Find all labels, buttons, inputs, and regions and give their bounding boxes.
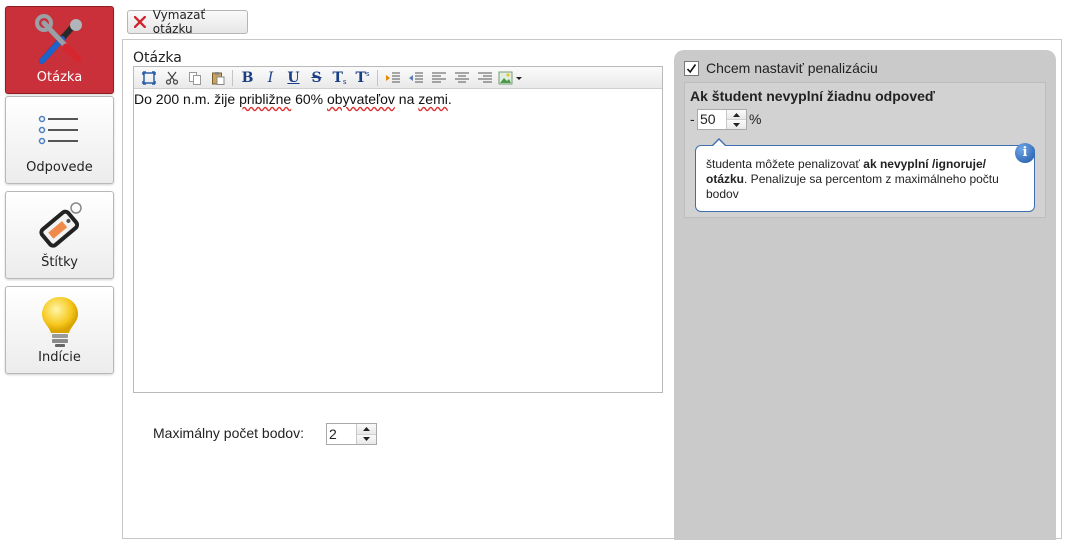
- penalty-minus-sign: -: [690, 111, 695, 127]
- close-icon: [134, 16, 146, 28]
- penalty-checkbox[interactable]: [684, 60, 699, 76]
- image-icon[interactable]: [496, 68, 526, 88]
- superscript-icon[interactable]: Ts: [351, 68, 374, 88]
- cut-icon[interactable]: [160, 68, 183, 88]
- nav-tile-label: Štítky: [41, 255, 78, 270]
- maximize-icon[interactable]: [137, 68, 160, 88]
- question-editor[interactable]: B I U S Ts Ts Do 200 n.m. žije približne…: [133, 66, 663, 393]
- max-points-value[interactable]: 2: [327, 424, 356, 444]
- editor-toolbar: B I U S Ts Ts: [134, 67, 662, 89]
- list-icon: [6, 103, 113, 159]
- max-points-label: Maximálny počet bodov:: [153, 425, 304, 441]
- nav-tile-otazka[interactable]: Otázka: [5, 6, 114, 94]
- delete-question-label: Vymazať otázku: [152, 8, 206, 36]
- stepper-up-icon[interactable]: [727, 110, 746, 119]
- nav-tile-odpovede[interactable]: Odpovede: [5, 96, 114, 184]
- question-field-label: Otázka: [133, 50, 182, 66]
- outdent-icon[interactable]: [404, 68, 427, 88]
- stepper-down-icon[interactable]: [727, 119, 746, 129]
- penalty-checkbox-label: Chcem nastaviť penalizáciu: [706, 60, 878, 76]
- nav-tile-label: Indície: [38, 350, 81, 365]
- align-center-icon[interactable]: [450, 68, 473, 88]
- stepper-down-icon[interactable]: [357, 433, 376, 444]
- penalty-checkbox-row[interactable]: Chcem nastaviť penalizáciu: [684, 60, 878, 76]
- toolbar-separator: [232, 69, 233, 86]
- tag-icon: [6, 198, 113, 254]
- question-text[interactable]: Do 200 n.m. žije približne 60% obyvateľo…: [134, 89, 662, 107]
- nav-tile-label: Otázka: [36, 70, 83, 85]
- penalty-percent-value[interactable]: 50: [698, 110, 726, 129]
- penalty-info-tooltip: študenta môžete penalizovať ak nevyplní …: [695, 145, 1035, 212]
- info-pointer-inner: [713, 140, 725, 146]
- info-icon: i: [1015, 143, 1035, 163]
- max-points-stepper[interactable]: 2: [326, 423, 377, 445]
- stepper-up-icon[interactable]: [357, 424, 376, 434]
- indent-icon[interactable]: [381, 68, 404, 88]
- delete-question-button[interactable]: Vymazať otázku: [127, 8, 248, 36]
- toolbar-separator: [377, 69, 378, 86]
- paste-icon[interactable]: [206, 68, 229, 88]
- nav-tile-indicie[interactable]: Indície: [5, 286, 114, 374]
- penalty-percent-unit: %: [749, 111, 762, 127]
- subscript-icon[interactable]: Ts: [328, 68, 351, 88]
- underline-icon[interactable]: U: [282, 68, 305, 88]
- checkmark-icon: [686, 63, 697, 73]
- strikethrough-icon[interactable]: S: [305, 68, 328, 88]
- align-left-icon[interactable]: [427, 68, 450, 88]
- penalty-percent-stepper[interactable]: 50: [697, 109, 747, 130]
- lightbulb-icon: [6, 293, 113, 349]
- copy-icon[interactable]: [183, 68, 206, 88]
- align-right-icon[interactable]: [473, 68, 496, 88]
- italic-icon[interactable]: I: [259, 68, 282, 88]
- bold-icon[interactable]: B: [236, 68, 259, 88]
- penalty-title: Ak študent nevyplní žiadnu odpoveď: [690, 88, 935, 104]
- nav-tile-stitky[interactable]: Štítky: [5, 191, 114, 279]
- nav-tile-label: Odpovede: [26, 160, 93, 175]
- tools-icon: [6, 13, 113, 69]
